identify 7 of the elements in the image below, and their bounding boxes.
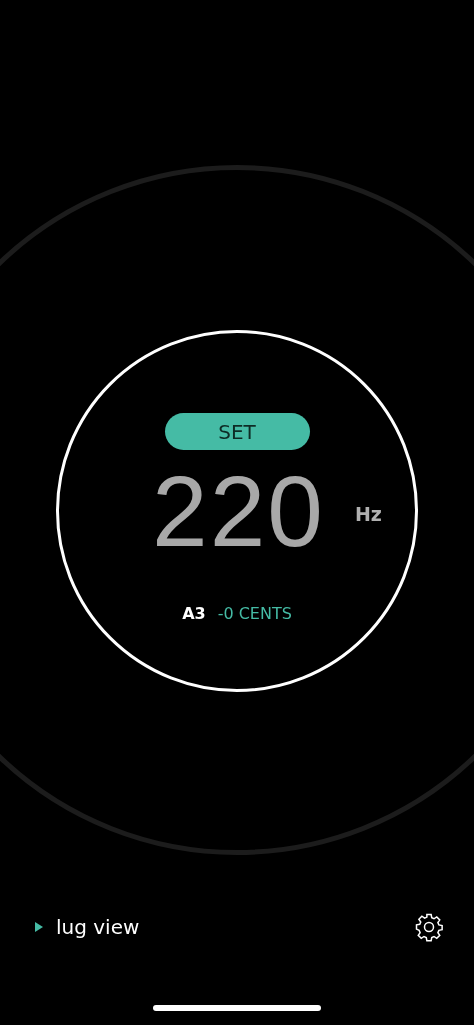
settings-icon[interactable]: [414, 912, 444, 942]
lug-view-toggle[interactable]: lug view: [34, 915, 140, 939]
cents-offset: -0 CENTS: [217, 604, 292, 623]
set-button[interactable]: SET: [164, 413, 310, 450]
frequency-unit: Hz: [354, 503, 382, 525]
frequency-value: 220: [152, 454, 325, 569]
note-name: A3: [182, 604, 206, 623]
